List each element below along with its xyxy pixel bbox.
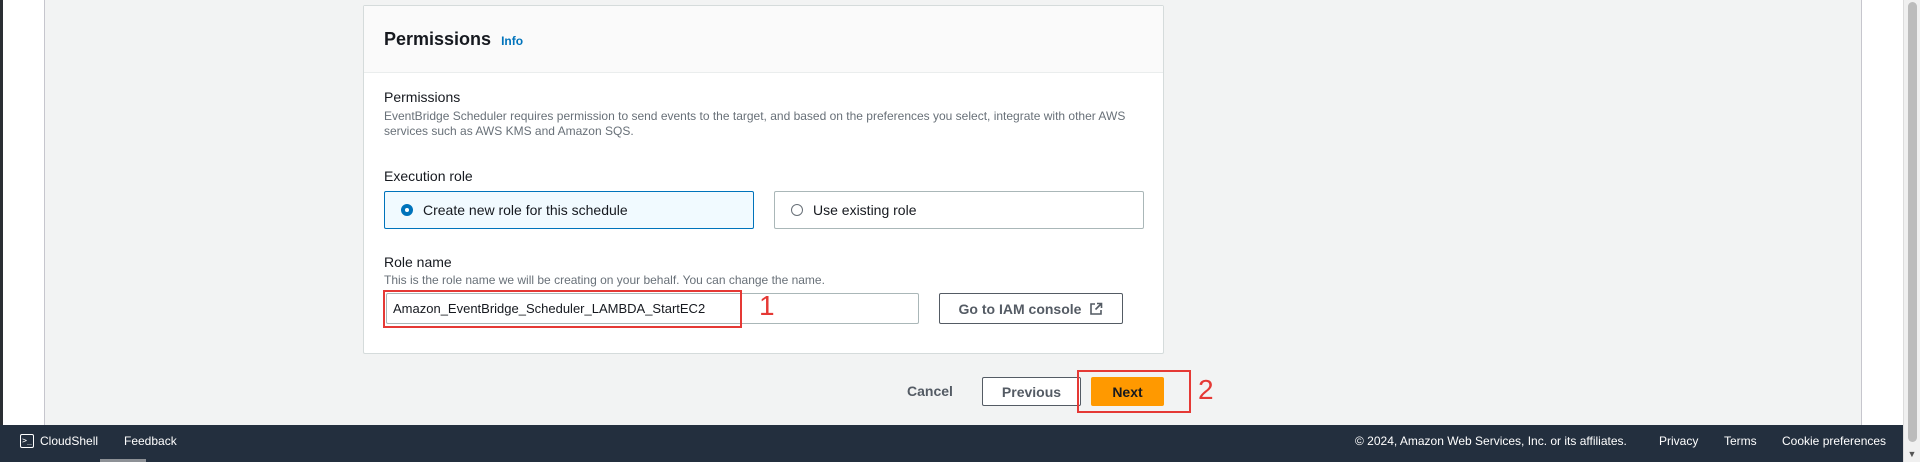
window-edge <box>0 0 3 425</box>
execution-role-label: Execution role <box>384 168 473 184</box>
use-existing-role-option[interactable]: Use existing role <box>774 191 1144 229</box>
previous-button[interactable]: Previous <box>982 377 1081 406</box>
annotation-box-1 <box>383 290 742 328</box>
cookie-preferences-link[interactable]: Cookie preferences <box>1782 434 1886 448</box>
privacy-link[interactable]: Privacy <box>1659 434 1698 448</box>
copyright-text: © 2024, Amazon Web Services, Inc. or its… <box>1355 433 1627 448</box>
radio-unselected-icon[interactable] <box>791 204 803 216</box>
vertical-scrollbar[interactable]: ▼ <box>1903 0 1920 462</box>
permissions-description-line2: services such as AWS KMS and Amazon SQS. <box>384 124 634 138</box>
role-name-description: This is the role name we will be creatin… <box>384 273 825 287</box>
scroll-down-arrow-icon[interactable]: ▼ <box>1906 448 1918 460</box>
cloudshell-button[interactable]: >_ CloudShell <box>20 433 99 448</box>
terms-link[interactable]: Terms <box>1724 434 1757 448</box>
annotation-box-2 <box>1077 370 1191 413</box>
info-link[interactable]: Info <box>501 34 523 48</box>
scrollbar-thumb[interactable] <box>1908 2 1917 442</box>
iam-button-label: Go to IAM console <box>958 300 1082 317</box>
cloudshell-label: CloudShell <box>40 433 99 448</box>
annotation-number-1: 1 <box>759 290 775 321</box>
go-to-iam-console-button[interactable]: Go to IAM console <box>939 293 1123 324</box>
permissions-description-line1: EventBridge Scheduler requires permissio… <box>384 109 1126 123</box>
annotation-number-2: 2 <box>1198 374 1214 405</box>
panel-header: Permissions Info <box>364 6 1163 73</box>
terminal-icon: >_ <box>20 433 34 448</box>
footer-bottom-bar <box>0 456 1904 462</box>
role-name-label: Role name <box>384 254 452 270</box>
feedback-link[interactable]: Feedback <box>124 434 177 448</box>
external-link-icon <box>1089 302 1103 316</box>
create-new-role-option[interactable]: Create new role for this schedule <box>384 191 754 229</box>
permissions-label: Permissions <box>384 89 461 105</box>
cancel-button[interactable]: Cancel <box>896 377 964 405</box>
create-new-role-label: Create new role for this schedule <box>423 202 628 218</box>
radio-selected-icon[interactable] <box>401 204 413 216</box>
use-existing-role-label: Use existing role <box>813 202 917 218</box>
panel-title: Permissions <box>384 28 492 49</box>
console-footer: >_ CloudShell Feedback © 2024, Amazon We… <box>0 425 1904 456</box>
